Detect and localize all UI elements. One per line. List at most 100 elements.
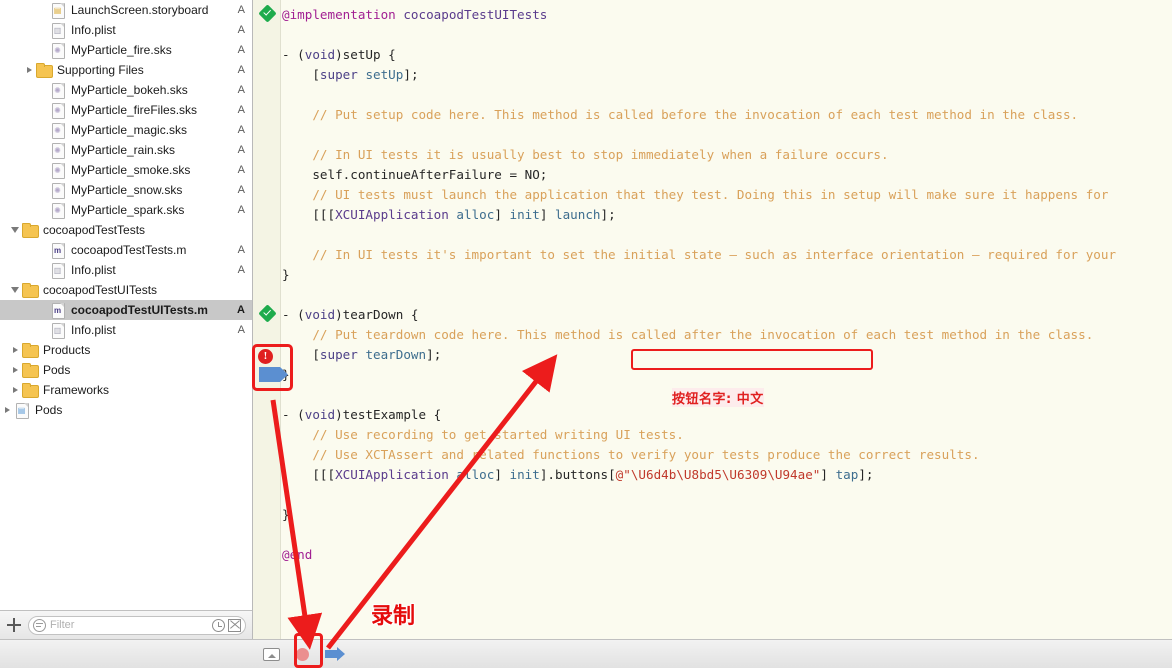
code-line[interactable]: [[[XCUIApplication alloc] init] launch]; — [282, 205, 1172, 225]
filter-input[interactable]: Filter — [28, 615, 246, 635]
scm-status-badge: A — [237, 144, 245, 156]
navigator-row[interactable]: m cocoapodTestUITests.m A — [0, 300, 252, 320]
code-text[interactable]: @implementation cocoapodTestUITests - (vo… — [282, 0, 1172, 639]
test-pass-indicator-implementation[interactable] — [258, 4, 277, 23]
editor-scroll-area[interactable]: @implementation cocoapodTestUITests - (vo… — [253, 0, 1172, 639]
editor-gutter[interactable] — [253, 0, 281, 639]
navigator-row[interactable]: ▥ Info.plist A — [0, 320, 252, 340]
navigator-row[interactable]: cocoapodTestTests — [0, 220, 252, 240]
navigator-row-label: Pods — [35, 403, 63, 417]
navigator-row[interactable]: ▤ LaunchScreen.storyboard A — [0, 0, 252, 20]
navigator-row[interactable]: ✺ MyParticle_magic.sks A — [0, 120, 252, 140]
code-token: - ( — [282, 307, 305, 322]
sks-icon: ✺ — [50, 102, 66, 119]
navigator-row-label: Frameworks — [43, 383, 110, 397]
disclosure-triangle[interactable] — [8, 227, 22, 233]
folder-icon — [36, 62, 53, 78]
source-editor[interactable]: @implementation cocoapodTestUITests - (vo… — [253, 0, 1172, 639]
navigator-row[interactable]: Frameworks — [0, 380, 252, 400]
scm-status-badge: A — [237, 64, 245, 76]
disclosure-triangle[interactable] — [22, 67, 36, 73]
navigator-row[interactable]: ✺ MyParticle_fire.sks A — [0, 40, 252, 60]
code-token: )tearDown { — [335, 307, 419, 322]
code-token: [[[ — [282, 207, 336, 222]
code-line[interactable] — [282, 525, 1172, 545]
code-line[interactable] — [282, 285, 1172, 305]
navigator-filter-bar[interactable]: Filter — [0, 610, 252, 639]
debug-bottom-bar[interactable] — [0, 639, 1172, 668]
navigator-row[interactable]: ▥ Info.plist A — [0, 260, 252, 280]
code-line[interactable]: // In UI tests it is usually best to sto… — [282, 145, 1172, 165]
code-line[interactable]: - (void)testExample { — [282, 405, 1172, 425]
navigator-row-label: MyParticle_bokeh.sks — [71, 83, 188, 97]
error-badge-icon[interactable]: ! — [258, 349, 273, 364]
code-line[interactable]: // Put teardown code here. This method i… — [282, 325, 1172, 345]
code-line[interactable]: [[[XCUIApplication alloc] init].buttons[… — [282, 465, 1172, 485]
code-line[interactable]: self.continueAfterFailure = NO; — [282, 165, 1172, 185]
navigator-row[interactable]: ▥ Info.plist A — [0, 20, 252, 40]
sks-icon: ✺ — [50, 142, 66, 159]
navigator-row[interactable]: Supporting Files A — [0, 60, 252, 80]
code-line[interactable]: - (void)tearDown { — [282, 305, 1172, 325]
editor-panel-toggle-icon[interactable] — [263, 647, 280, 661]
project-navigator[interactable]: ▤ LaunchScreen.storyboard A ▥ Info.plist A ✺ My… — [0, 0, 253, 639]
code-token: alloc — [456, 207, 495, 222]
code-token: super — [319, 347, 358, 362]
code-line[interactable] — [282, 485, 1172, 505]
code-line[interactable]: // Use recording to get started writing … — [282, 425, 1172, 445]
code-line[interactable]: // UI tests must launch the application … — [282, 185, 1172, 205]
filter-actions — [212, 618, 241, 632]
clock-icon[interactable] — [212, 618, 225, 632]
disclosure-triangle[interactable] — [8, 367, 22, 373]
code-line[interactable] — [282, 225, 1172, 245]
navigator-row-label: MyParticle_spark.sks — [71, 203, 185, 217]
code-line[interactable]: @implementation cocoapodTestUITests — [282, 5, 1172, 25]
code-line[interactable]: - (void)setUp { — [282, 45, 1172, 65]
sks-icon: ✺ — [50, 42, 66, 59]
code-line[interactable]: @end — [282, 545, 1172, 565]
code-line[interactable] — [282, 85, 1172, 105]
navigator-row[interactable]: m cocoapodTestTests.m A — [0, 240, 252, 260]
step-continue-button[interactable] — [324, 646, 346, 662]
disclosure-triangle[interactable] — [8, 387, 22, 393]
breakpoint-arrow-icon[interactable] — [259, 366, 289, 383]
add-file-button[interactable] — [6, 617, 22, 633]
navigator-row[interactable]: ✺ MyParticle_bokeh.sks A — [0, 80, 252, 100]
navigator-file-list[interactable]: ▤ LaunchScreen.storyboard A ▥ Info.plist A ✺ My… — [0, 0, 252, 610]
code-line[interactable] — [282, 25, 1172, 45]
code-token: @implementation — [282, 7, 404, 22]
navigator-row[interactable]: ✺ MyParticle_rain.sks A — [0, 140, 252, 160]
code-token: ] — [494, 207, 510, 222]
folder-icon — [22, 222, 39, 238]
project-icon: ▤ — [14, 402, 30, 419]
navigator-row-label: LaunchScreen.storyboard — [71, 3, 209, 17]
test-pass-indicator-testexample[interactable] — [258, 304, 277, 323]
navigator-row[interactable]: ✺ MyParticle_smoke.sks A — [0, 160, 252, 180]
code-line[interactable]: } — [282, 505, 1172, 525]
code-token: cocoapodTestUITests — [403, 7, 548, 22]
code-line[interactable]: [super setUp]; — [282, 65, 1172, 85]
disclosure-triangle[interactable] — [0, 407, 14, 413]
plist-icon: ▥ — [50, 322, 66, 339]
navigator-row[interactable]: ✺ MyParticle_spark.sks A — [0, 200, 252, 220]
navigator-row[interactable]: cocoapodTestUITests — [0, 280, 252, 300]
navigator-row[interactable]: ▤ Pods — [0, 400, 252, 420]
code-line[interactable] — [282, 125, 1172, 145]
code-token: XCUIApplication — [335, 467, 449, 482]
disclosure-triangle[interactable] — [8, 347, 22, 353]
code-line[interactable]: // Use XCTAssert and related functions t… — [282, 445, 1172, 465]
navigator-row[interactable]: Products — [0, 340, 252, 360]
disclosure-triangle[interactable] — [8, 287, 22, 293]
navigator-row[interactable]: ✺ MyParticle_snow.sks A — [0, 180, 252, 200]
code-line[interactable]: // Put setup code here. This method is c… — [282, 105, 1172, 125]
source-control-icon[interactable] — [228, 618, 241, 632]
scm-status-badge: A — [237, 244, 245, 256]
navigator-row[interactable]: ✺ MyParticle_fireFiles.sks A — [0, 100, 252, 120]
navigator-row-label: MyParticle_magic.sks — [71, 123, 188, 137]
code-token: )setUp { — [335, 47, 396, 62]
code-line[interactable]: } — [282, 265, 1172, 285]
navigator-row[interactable]: Pods — [0, 360, 252, 380]
code-line[interactable]: // In UI tests it's important to set the… — [282, 245, 1172, 265]
code-token: )testExample { — [335, 407, 442, 422]
scm-status-badge: A — [237, 24, 245, 36]
